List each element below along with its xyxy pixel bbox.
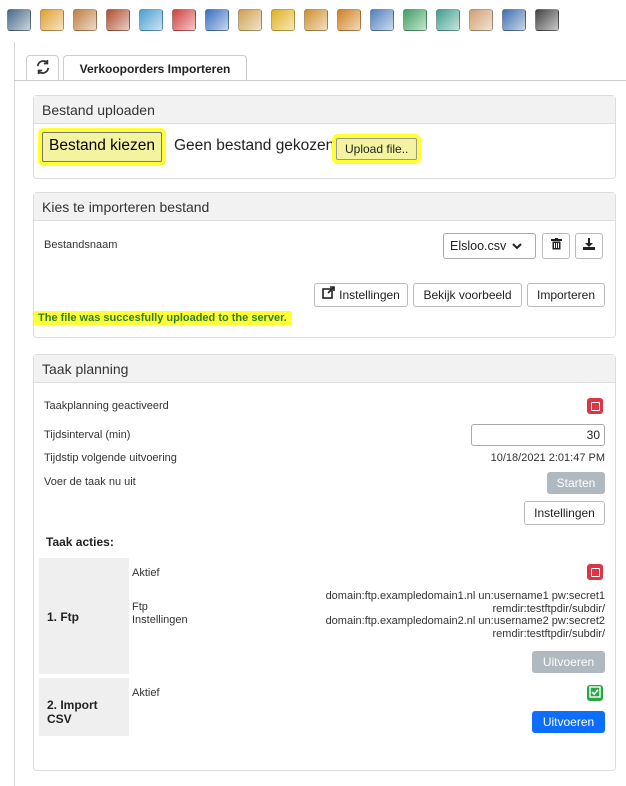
schedule-panel-header: Taak planning [34,355,615,383]
import-button[interactable]: Importeren [527,283,605,307]
box-icon[interactable] [202,5,232,35]
ftp-setting-line: remdir:testftpdir/subdir/ [492,602,605,615]
ftp-setting-line: remdir:testftpdir/subdir/ [492,627,605,640]
action-import-name: 2. Import CSV [47,698,98,726]
import-panel-header: Kies te importeren bestand [34,193,615,221]
action-ftp-name: 1. Ftp [47,610,79,624]
document-store-icon[interactable] [136,5,166,35]
search-icon[interactable] [532,5,562,35]
schedule-panel: Taak planning Taakplanning geactiveerd T… [33,354,616,771]
schedule-activated-checkbox[interactable] [587,398,603,414]
document-box-icon[interactable] [235,5,265,35]
next-run-label: Tijdstip volgende uitvoering [44,452,177,464]
document-box-2-icon[interactable] [433,5,463,35]
action-ftp-active-checkbox[interactable] [587,564,603,580]
upload-panel-header: Bestand uploaden [34,96,615,124]
upload-panel: Bestand uploaden Bestand kiezen Geen bes… [33,95,616,179]
next-run-value: 10/18/2021 2:01:47 PM [490,452,605,464]
download-icon [583,235,595,257]
tab-refresh[interactable] [26,55,59,81]
action-ftp-settings-label: Ftp Instellingen [132,601,188,627]
box-add-2-icon[interactable] [301,5,331,35]
action-import-name-cell: 2. Import CSV [39,678,129,736]
task-actions-title: Taak acties: [46,535,114,549]
file-select[interactable]: Elsloo.csv [443,233,536,259]
toolbar [0,0,626,40]
action-import-active-label: Aktief [132,687,160,699]
upload-success-message: The file was succesfully uploaded to the… [34,311,291,325]
check-icon [589,685,601,701]
device-icon[interactable] [4,5,34,35]
run-now-label: Voer de taak nu uit [44,476,136,488]
ftp-setting-line: domain:ftp.exampledomain2.nl un:username… [325,615,605,627]
import-settings-button[interactable]: Instellingen [314,283,408,307]
action-ftp-settings-value: domain:ftp.exampledomain1.nl un:username… [264,590,605,640]
action-import-name-line2: CSV [47,712,72,726]
tab-verkooporders-importeren[interactable]: Verkooporders Importeren [63,55,247,81]
globe-box-icon[interactable] [400,5,430,35]
tabs-divider [14,80,626,81]
books-icon[interactable] [169,5,199,35]
action-ftp-settings-label-1: Ftp [132,601,148,613]
action-import-name-line1: 2. Import [47,698,98,712]
start-button[interactable]: Starten [547,472,605,494]
interval-label: Tijdsinterval (min) [44,429,131,441]
left-border [14,42,15,786]
action-ftp-active-label: Aktief [132,567,160,579]
box-add-icon[interactable] [268,5,298,35]
schedule-activated-label: Taakplanning geactiveerd [44,400,169,412]
package-stack-icon[interactable] [103,5,133,35]
open-box-icon[interactable] [466,5,496,35]
chevron-down-icon [512,234,522,258]
filename-label: Bestandsnaam [44,239,118,251]
box-blue-icon[interactable] [499,5,529,35]
action-ftp-settings-label-2: Instellingen [132,614,188,626]
action-import-active-checkbox[interactable] [587,685,603,701]
trash-icon [550,235,562,257]
shipping-icon[interactable] [70,5,100,35]
import-panel: Kies te importeren bestand Bestandsnaam … [33,192,616,338]
no-file-chosen-text: Geen bestand gekozen [174,137,335,154]
file-select-value: Elsloo.csv [450,239,507,253]
refresh-icon [36,60,50,77]
folder-document-icon[interactable] [37,5,67,35]
tab-bar: Verkooporders Importeren [26,55,247,81]
ftp-setting-line: domain:ftp.exampledomain1.nl un:username… [325,590,605,602]
import-settings-label: Instellingen [339,288,400,302]
choose-file-button[interactable]: Bestand kiezen [42,132,162,162]
action-ftp-run-button[interactable]: Uitvoeren [532,651,605,673]
magnifier-icon[interactable] [367,5,397,35]
preview-button[interactable]: Bekijk voorbeeld [413,283,522,307]
action-ftp-name-cell: 1. Ftp [39,558,129,674]
delete-file-button[interactable] [542,233,570,259]
interval-input[interactable]: 30 [471,424,605,446]
external-link-icon [322,284,335,306]
upload-file-button[interactable]: Upload file.. [336,138,418,160]
schedule-settings-button[interactable]: Instellingen [524,501,605,525]
action-import-run-button[interactable]: Uitvoeren [532,711,605,733]
box-search-icon[interactable] [334,5,364,35]
download-file-button[interactable] [575,233,603,259]
